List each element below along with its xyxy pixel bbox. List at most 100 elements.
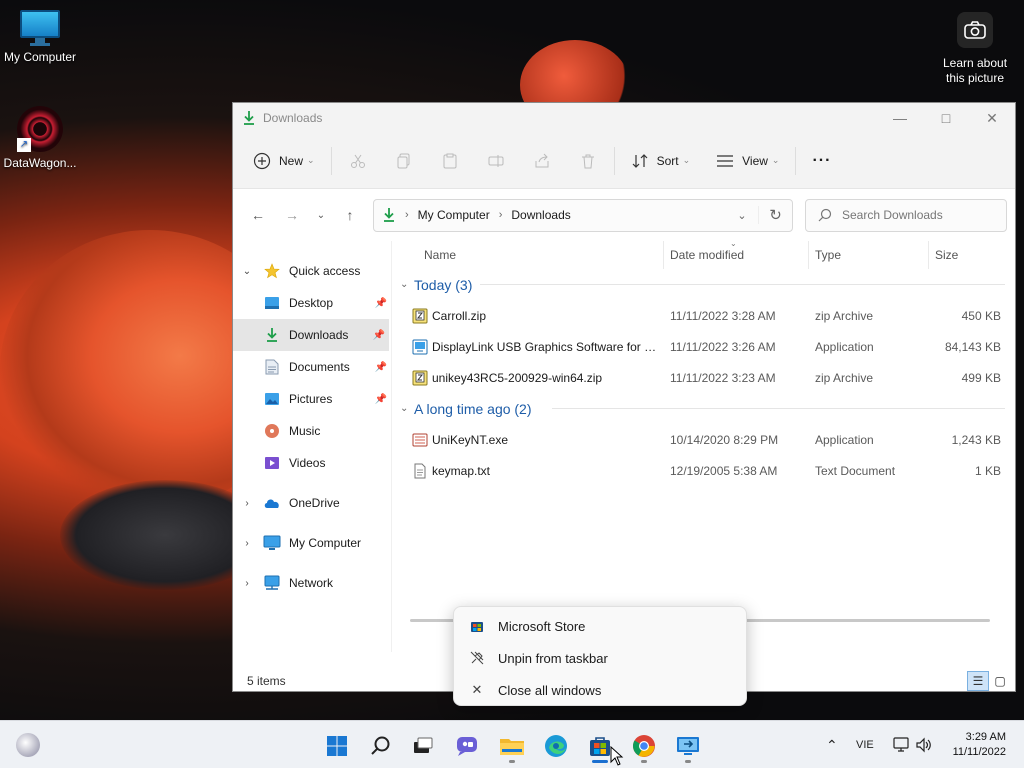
edge-button[interactable] — [536, 729, 576, 763]
paste-icon[interactable] — [434, 144, 466, 178]
chrome-button[interactable] — [624, 729, 664, 763]
file-explorer-button[interactable] — [492, 729, 532, 763]
recent-locations-button[interactable]: ⌄ — [309, 200, 333, 230]
search-box[interactable] — [805, 198, 1007, 232]
nav-my-computer[interactable]: › My Computer — [233, 527, 391, 559]
clock-time: 3:29 AM — [965, 731, 1006, 743]
network-volume-button[interactable] — [893, 721, 933, 768]
nav-desktop[interactable]: Desktop 📌 — [233, 287, 391, 319]
see-more-button[interactable]: ··· — [806, 144, 837, 178]
remote-desktop-icon — [677, 737, 699, 755]
new-button[interactable]: New ⌄ — [247, 144, 321, 178]
menu-item-close-all[interactable]: ✕ Close all windows — [454, 674, 746, 706]
chevron-down-icon: ⌄ — [400, 403, 409, 414]
column-header-name[interactable]: Name — [392, 241, 664, 269]
sort-label: Sort — [656, 153, 679, 168]
file-row[interactable]: UniKeyNT.exe 10/14/2020 8:29 PM Applicat… — [392, 424, 1015, 455]
column-header-size[interactable]: Size — [929, 241, 1005, 269]
item-count: 5 items — [247, 674, 286, 688]
chevron-down-icon[interactable]: ⌄ — [233, 266, 261, 277]
nav-network[interactable]: › Network — [233, 567, 391, 599]
store-icon — [590, 737, 610, 756]
unpin-icon — [468, 651, 486, 665]
back-button[interactable]: ← — [241, 200, 275, 230]
menu-item-label: Unpin from taskbar — [498, 650, 608, 666]
nav-onedrive[interactable]: › OneDrive — [233, 487, 391, 519]
nav-label: Network — [289, 576, 334, 590]
desktop-icon-datawagon[interactable]: ↗ DataWagon... — [0, 106, 80, 170]
group-header-today[interactable]: ⌄ Today (3) — [392, 269, 1015, 300]
learn-about-picture[interactable]: Learn about this picture — [936, 12, 1014, 86]
nav-downloads[interactable]: Downloads 📌 — [233, 319, 389, 351]
search-button[interactable] — [361, 729, 401, 763]
remote-desktop-button[interactable] — [668, 729, 708, 763]
pin-icon: 📌 — [372, 329, 385, 341]
file-row[interactable]: Carroll.zip 11/11/2022 3:28 AM zip Archi… — [392, 300, 1015, 331]
menu-item-label: Close all windows — [498, 682, 602, 698]
column-header-date[interactable]: ⌄ Date modified — [664, 239, 809, 269]
close-window-button[interactable]: ✕ — [969, 103, 1015, 133]
nav-label: Quick access — [289, 264, 361, 278]
address-bar[interactable]: › My Computer › Downloads ⌄ ↻ — [373, 198, 793, 232]
nav-videos[interactable]: Videos — [233, 447, 391, 479]
refresh-button[interactable]: ↻ — [758, 206, 792, 224]
column-header-type[interactable]: Type — [809, 241, 929, 269]
file-type: Text Document — [815, 463, 896, 478]
nav-label: My Computer — [289, 536, 362, 550]
breadcrumb-my-computer[interactable]: My Computer — [418, 208, 490, 222]
chevron-right-icon[interactable]: › — [233, 578, 261, 589]
show-hidden-icons-button[interactable]: ⌃ — [820, 721, 844, 768]
clock-date: 11/11/2022 — [952, 746, 1006, 758]
tiles-view-button[interactable]: ▢ — [989, 671, 1011, 691]
share-icon[interactable] — [526, 144, 558, 178]
start-button[interactable] — [317, 729, 357, 763]
nav-label: Videos — [289, 456, 326, 470]
edge-icon — [545, 735, 567, 757]
zip-icon — [412, 370, 428, 385]
zip-icon — [412, 308, 428, 323]
chevron-right-icon[interactable]: › — [233, 538, 261, 549]
delete-icon[interactable] — [572, 144, 604, 178]
chat-button[interactable] — [447, 729, 487, 763]
title-bar[interactable]: Downloads — □ ✕ — [233, 103, 1015, 133]
up-button[interactable]: ↑ — [333, 200, 367, 230]
taskbar-jump-list: Microsoft Store Unpin from taskbar ✕ Clo… — [453, 606, 747, 706]
nav-music[interactable]: Music — [233, 415, 391, 447]
menu-item-unpin[interactable]: Unpin from taskbar — [454, 642, 746, 674]
input-language-button[interactable]: VIE — [856, 721, 874, 768]
chat-icon — [457, 737, 477, 756]
desktop-icon-label: My Computer — [3, 50, 77, 64]
nav-pictures[interactable]: Pictures 📌 — [233, 383, 391, 415]
music-icon — [261, 423, 283, 439]
copy-icon[interactable] — [388, 144, 420, 178]
file-row[interactable]: keymap.txt 12/19/2005 5:38 AM Text Docum… — [392, 455, 1015, 486]
clock-button[interactable]: 3:29 AM 11/11/2022 — [953, 730, 1006, 760]
sort-button[interactable]: Sort ⌄ — [625, 144, 697, 178]
task-view-button[interactable] — [403, 729, 443, 763]
details-view-button[interactable]: ☰ — [967, 671, 989, 691]
nav-documents[interactable]: Documents 📌 — [233, 351, 391, 383]
desktop-icon-my-computer[interactable]: My Computer — [0, 10, 80, 64]
menu-item-microsoft-store[interactable]: Microsoft Store — [454, 610, 746, 642]
file-date: 10/14/2020 8:29 PM — [670, 432, 779, 447]
file-row[interactable]: DisplayLink USB Graphics Software for Wi… — [392, 331, 1015, 362]
forward-button[interactable]: → — [275, 200, 309, 230]
cut-icon[interactable] — [342, 144, 374, 178]
breadcrumb-downloads[interactable]: Downloads — [511, 208, 570, 222]
file-explorer-window: Downloads — □ ✕ New ⌄ Sort ⌄ View ⌄ ··· … — [232, 102, 1016, 692]
search-input[interactable] — [842, 208, 992, 222]
file-date: 11/11/2022 3:28 AM — [670, 308, 776, 323]
nav-quick-access[interactable]: ⌄ Quick access — [233, 255, 391, 287]
chevron-down-icon: ⌄ — [771, 155, 780, 165]
file-type: zip Archive — [815, 308, 874, 323]
widgets-icon[interactable] — [16, 733, 40, 757]
minimize-button[interactable]: — — [877, 103, 923, 133]
chevron-right-icon[interactable]: › — [233, 498, 261, 509]
view-button[interactable]: View ⌄ — [710, 144, 785, 178]
group-header-long-time-ago[interactable]: ⌄ A long time ago (2) — [392, 393, 1015, 424]
file-row[interactable]: unikey43RC5-200929-win64.zip 11/11/2022 … — [392, 362, 1015, 393]
view-list-icon — [717, 154, 734, 167]
rename-icon[interactable] — [480, 144, 512, 178]
address-dropdown-button[interactable]: ⌄ — [726, 209, 758, 222]
maximize-button[interactable]: □ — [923, 103, 969, 133]
